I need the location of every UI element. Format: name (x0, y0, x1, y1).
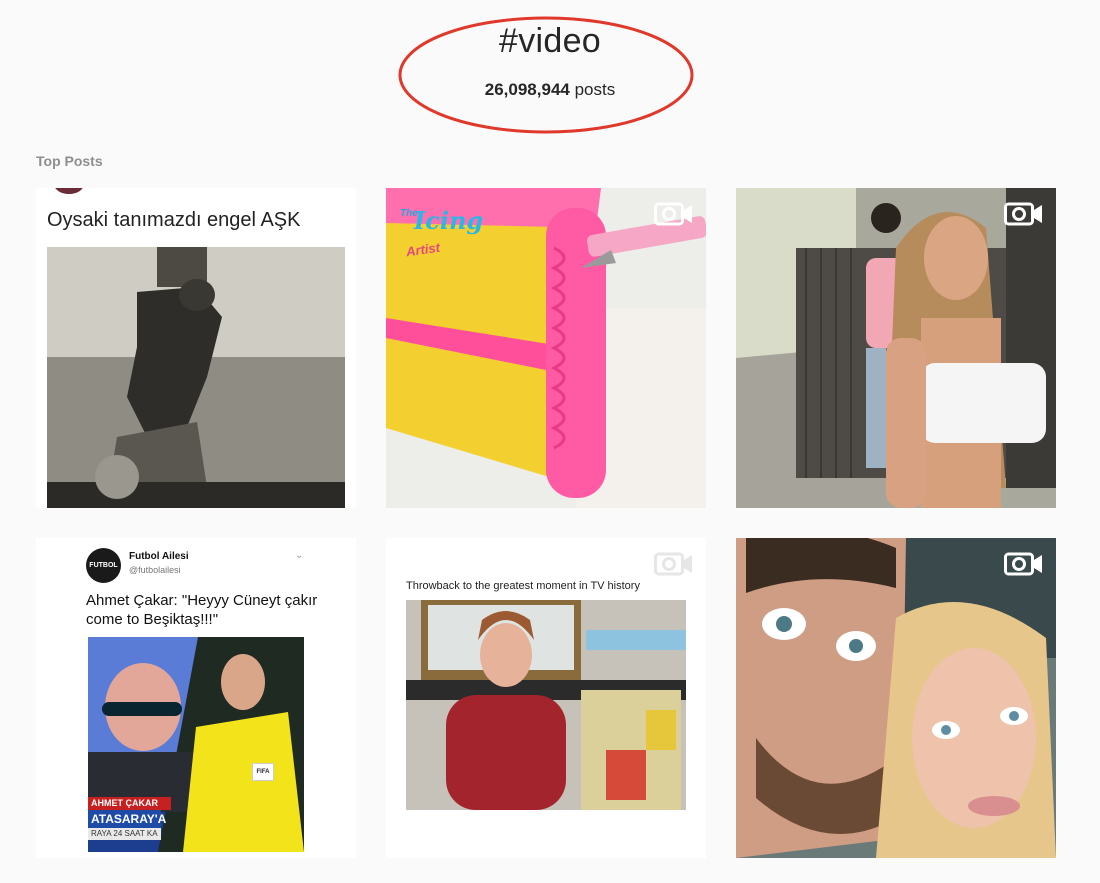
post-tile-1[interactable]: Oysaki tanımazdı engel AŞK (36, 188, 356, 508)
hashtag-title: #video (499, 22, 601, 60)
tweet-author-handle: @futbolailesi (129, 565, 181, 575)
video-camera-icon (1004, 202, 1042, 226)
hashtag-header: #video 26,098,944 posts (0, 0, 1100, 140)
post-tile-2[interactable]: The Icing Artist (386, 188, 706, 508)
tv-ticker: RAYA 24 SAAT KA (88, 828, 161, 840)
selfie-photo (736, 538, 1056, 858)
tv-still-photo (406, 600, 686, 810)
post-tile-4[interactable]: FUTBOL Futbol Ailesi @futbolailesi ⌄ Ahm… (36, 538, 356, 858)
logo-sub: Artist (405, 239, 441, 260)
fifa-badge: FIFA (252, 763, 274, 781)
street-photo (736, 188, 1056, 508)
vintage-kiss-photo (47, 247, 345, 508)
tweet-avatar: FUTBOL (86, 548, 121, 583)
tweet-text: Ahmet Çakar: "Heyyy Cüneyt çakır come to… (86, 592, 318, 628)
post-count-number: 26,098,944 (484, 80, 570, 99)
tweet-author-name: Futbol Ailesi (129, 551, 189, 562)
icing-artist-logo: The Icing Artist (392, 194, 502, 264)
tv-team-banner: ATASARAY'A (88, 810, 166, 828)
top-posts-label: Top Posts (36, 153, 103, 169)
post-caption: Throwback to the greatest moment in TV h… (406, 580, 640, 592)
chevron-down-icon: ⌄ (295, 550, 304, 561)
post-title: Oysaki tanımazdı engel AŞK (47, 209, 301, 231)
post-tile-3[interactable] (736, 188, 1056, 508)
video-camera-icon (654, 552, 692, 576)
logo-main: Icing (414, 206, 484, 235)
post-tile-6[interactable] (736, 538, 1056, 858)
video-camera-icon (1004, 552, 1042, 576)
post-count: 26,098,944 posts (0, 80, 1100, 100)
post-tile-5[interactable]: Throwback to the greatest moment in TV h… (386, 538, 706, 858)
post-count-label: posts (569, 80, 616, 99)
hashtag-page: #video 26,098,944 posts Top Posts Oysaki… (0, 0, 1100, 883)
avatar (54, 188, 84, 194)
video-camera-icon (654, 202, 692, 226)
tv-name-banner: AHMET ÇAKAR (88, 797, 171, 810)
